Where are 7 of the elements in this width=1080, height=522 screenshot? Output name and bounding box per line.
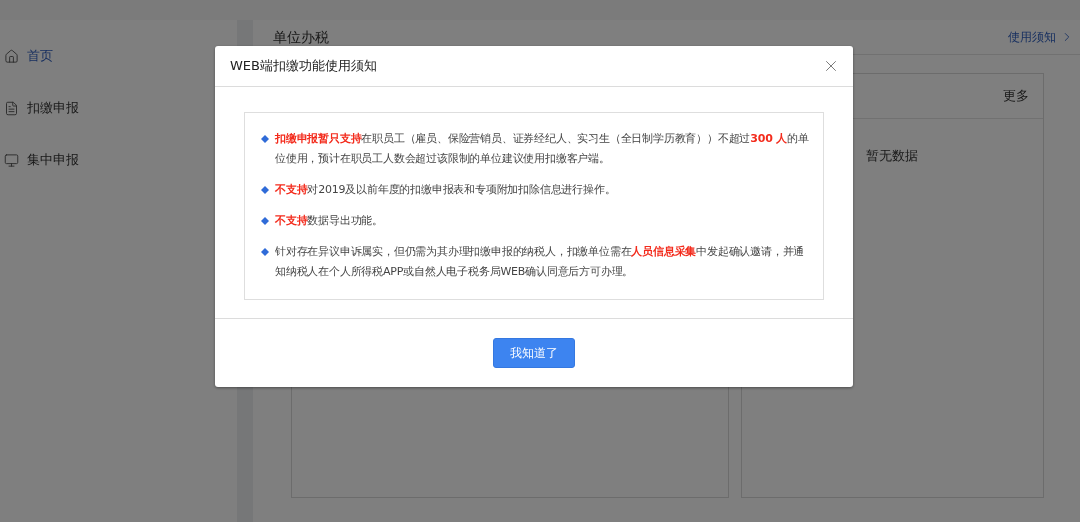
notice-text: 不支持数据导出功能。 xyxy=(275,213,383,229)
notice-text: 针对存在异议申诉属实，但仍需为其办理扣缴申报的纳税人，扣缴单位需在人员信息采集中发起确认邀请，并通知纳税人在个人所得税APP或自然人电子税务局WEB确认同意后方可办理。 xyxy=(275,244,806,280)
empty-text: 暂无数据 xyxy=(866,147,919,165)
dialog-title: WEB端扣缴功能使用须知 xyxy=(230,57,377,75)
page-title: 单位办税 xyxy=(273,29,329,45)
notice-text: 扣缴申报暂只支持在职员工（雇员、保险营销员、证券经纪人、实习生（全日制学历教育））不超过300 人的单位使用，预计在职员工人数会超过该限制的单位建议使用扣缴客户端。 xyxy=(275,131,809,167)
notice-text: 不支持对2019及以前年度的扣缴申报表和专项附加扣除信息进行操作。 xyxy=(275,182,616,198)
